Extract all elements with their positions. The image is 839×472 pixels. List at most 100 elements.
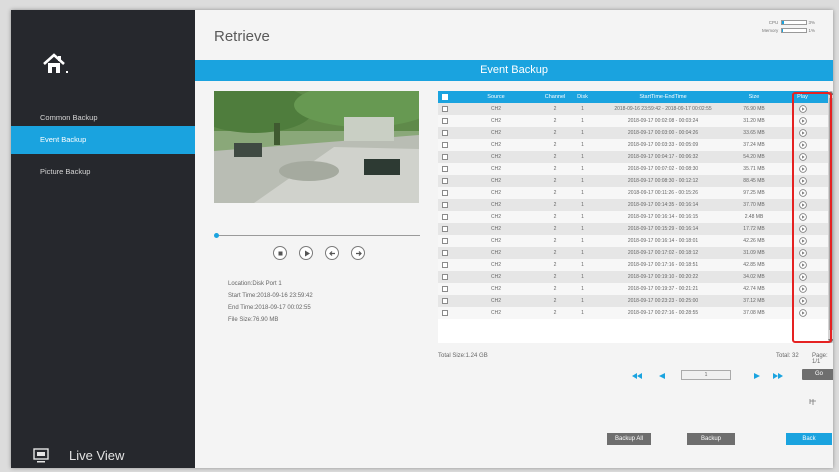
table-scrollbar[interactable] [828, 91, 833, 343]
forward-button[interactable] [351, 246, 365, 260]
sidebar-item-picture-backup[interactable]: Picture Backup [11, 158, 195, 186]
play-icon[interactable] [798, 201, 807, 209]
play-cell[interactable] [777, 151, 828, 163]
scroll-up-arrow[interactable] [828, 91, 833, 95]
backup-all-button[interactable]: Backup All [607, 433, 651, 445]
play-cell[interactable] [777, 103, 828, 115]
play-cell[interactable] [777, 307, 828, 319]
play-icon[interactable] [798, 285, 807, 293]
row-checkbox[interactable] [442, 273, 448, 280]
play-cell[interactable] [777, 115, 828, 127]
row-select-cell[interactable] [438, 295, 452, 307]
play-icon[interactable] [798, 141, 807, 149]
play-icon[interactable] [798, 117, 807, 125]
select-all-header[interactable] [438, 91, 452, 103]
table-row[interactable]: CH2 2 1 2018-09-17 00:23:23 - 00:25:00 37.12… [438, 295, 828, 307]
table-row[interactable]: CH2 2 1 2018-09-16 23:59:42 - 2018-09-17 00… [438, 103, 828, 115]
row-checkbox[interactable] [442, 297, 448, 304]
play-cell[interactable] [777, 295, 828, 307]
play-cell[interactable] [777, 223, 828, 235]
play-icon[interactable] [798, 249, 807, 257]
table-row[interactable]: CH2 2 1 2018-09-17 00:08:30 - 00:12:12 88.45… [438, 175, 828, 187]
row-select-cell[interactable] [438, 175, 452, 187]
timeline-handle[interactable] [214, 233, 219, 238]
play-icon[interactable] [798, 129, 807, 137]
table-row[interactable]: CH2 2 1 2018-09-17 00:11:26 - 00:15:26 97.25… [438, 187, 828, 199]
scroll-down-arrow[interactable] [828, 339, 833, 343]
first-page-icon[interactable] [632, 371, 643, 381]
table-row[interactable]: CH2 2 1 2018-09-17 00:17:02 - 00:18:12 31.09… [438, 247, 828, 259]
row-select-cell[interactable] [438, 127, 452, 139]
play-icon[interactable] [798, 309, 807, 317]
play-cell[interactable] [777, 139, 828, 151]
table-row[interactable]: CH2 2 1 2018-09-17 00:16:14 - 00:16:15 2.48 … [438, 211, 828, 223]
play-cell[interactable] [777, 259, 828, 271]
table-row[interactable]: CH2 2 1 2018-09-17 00:16:14 - 00:18:01 42.26… [438, 235, 828, 247]
play-icon[interactable] [798, 177, 807, 185]
row-checkbox[interactable] [442, 237, 448, 244]
play-cell[interactable] [777, 247, 828, 259]
row-checkbox[interactable] [442, 141, 448, 148]
row-select-cell[interactable] [438, 235, 452, 247]
table-row[interactable]: CH2 2 1 2018-09-17 00:14:35 - 00:16:14 37.70… [438, 199, 828, 211]
row-checkbox[interactable] [442, 177, 448, 184]
play-icon[interactable] [798, 213, 807, 221]
row-checkbox[interactable] [442, 165, 448, 172]
rewind-button[interactable] [325, 246, 339, 260]
next-page-icon[interactable] [751, 371, 762, 381]
play-cell[interactable] [777, 211, 828, 223]
row-select-cell[interactable] [438, 103, 452, 115]
table-row[interactable]: CH2 2 1 2018-09-17 00:02:08 - 00:03:24 31.20… [438, 115, 828, 127]
play-button[interactable] [299, 246, 313, 260]
row-checkbox[interactable] [442, 201, 448, 208]
row-checkbox[interactable] [442, 309, 448, 316]
play-cell[interactable] [777, 163, 828, 175]
play-icon[interactable] [798, 297, 807, 305]
table-row[interactable]: CH2 2 1 2018-09-17 00:04:17 - 00:06:32 54.20… [438, 151, 828, 163]
table-row[interactable]: CH2 2 1 2018-09-17 00:03:33 - 00:05:09 37.24… [438, 139, 828, 151]
home-icon[interactable] [41, 52, 69, 76]
row-select-cell[interactable] [438, 187, 452, 199]
row-select-cell[interactable] [438, 151, 452, 163]
table-row[interactable]: CH2 2 1 2018-09-17 00:17:16 - 00:18:51 42.85… [438, 259, 828, 271]
play-cell[interactable] [777, 235, 828, 247]
row-select-cell[interactable] [438, 283, 452, 295]
table-row[interactable]: CH2 2 1 2018-09-17 00:19:37 - 00:21:21 42.74… [438, 283, 828, 295]
row-select-cell[interactable] [438, 271, 452, 283]
play-icon[interactable] [798, 261, 807, 269]
table-row[interactable]: CH2 2 1 2018-09-17 00:27:16 - 00:28:55 37.08… [438, 307, 828, 319]
row-checkbox[interactable] [442, 261, 448, 268]
play-icon[interactable] [798, 237, 807, 245]
row-checkbox[interactable] [442, 189, 448, 196]
table-row[interactable]: CH2 2 1 2018-09-17 00:03:00 - 00:04:26 33.65… [438, 127, 828, 139]
table-row[interactable]: CH2 2 1 2018-09-17 00:07:02 - 00:08:30 35.71… [438, 163, 828, 175]
row-checkbox[interactable] [442, 213, 448, 220]
row-select-cell[interactable] [438, 307, 452, 319]
row-checkbox[interactable] [442, 225, 448, 232]
play-icon[interactable] [798, 153, 807, 161]
row-select-cell[interactable] [438, 223, 452, 235]
play-icon[interactable] [798, 105, 807, 113]
play-cell[interactable] [777, 187, 828, 199]
backup-button[interactable]: Backup [687, 433, 735, 445]
play-cell[interactable] [777, 175, 828, 187]
play-icon[interactable] [798, 189, 807, 197]
play-icon[interactable] [798, 273, 807, 281]
select-all-checkbox[interactable] [442, 93, 448, 100]
scrollbar-thumb[interactable] [829, 98, 833, 330]
prev-page-icon[interactable] [657, 371, 668, 381]
row-checkbox[interactable] [442, 153, 448, 160]
row-select-cell[interactable] [438, 247, 452, 259]
play-cell[interactable] [777, 199, 828, 211]
stop-button[interactable] [273, 246, 287, 260]
playback-timeline[interactable] [214, 232, 420, 240]
go-button[interactable]: Go [802, 369, 833, 380]
live-view-button[interactable]: Live View [33, 444, 124, 466]
row-select-cell[interactable] [438, 211, 452, 223]
row-checkbox[interactable] [442, 285, 448, 292]
row-checkbox[interactable] [442, 105, 448, 112]
page-number-input[interactable] [681, 370, 731, 380]
play-cell[interactable] [777, 127, 828, 139]
last-page-icon[interactable] [773, 371, 784, 381]
row-select-cell[interactable] [438, 259, 452, 271]
